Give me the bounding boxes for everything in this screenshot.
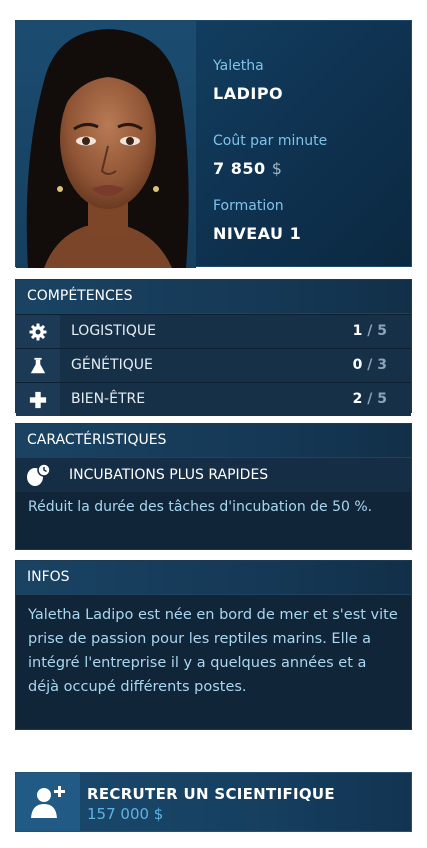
skills-panel: COMPÉTENCES LOGISTIQUE 1 / 5 GÉNÉTIQUE 0…	[15, 279, 412, 416]
flask-icon	[16, 349, 60, 382]
cross-icon	[16, 383, 60, 416]
egg-clock-icon	[16, 458, 60, 492]
skill-row-logistique: LOGISTIQUE 1 / 5	[16, 314, 411, 348]
skill-score: 0 / 3	[353, 349, 387, 382]
infos-title: INFOS	[16, 561, 411, 595]
scientist-profile-card: Yaletha LADIPO Coût par minute 7 850 $ F…	[15, 20, 412, 268]
skill-value: 1	[352, 323, 363, 339]
recruit-label: RECRUTER UN SCIENTIFIQUE	[87, 785, 335, 803]
skill-score: 2 / 5	[353, 383, 387, 416]
add-person-icon	[16, 773, 80, 831]
traits-panel: CARACTÉRISTIQUES INCUBATIONS PLUS RAPIDE…	[15, 423, 412, 550]
skill-max: / 3	[367, 357, 387, 373]
skill-value: 2	[352, 391, 363, 407]
cost-value: 7 850 $	[213, 159, 282, 178]
trait-name: INCUBATIONS PLUS RAPIDES	[69, 467, 269, 483]
trait-row: INCUBATIONS PLUS RAPIDES	[16, 458, 411, 492]
scientist-portrait	[16, 21, 196, 268]
gear-icon	[16, 315, 60, 348]
training-label: Formation	[213, 198, 284, 214]
training-value: NIVEAU 1	[213, 224, 302, 243]
skill-row-bien-etre: BIEN-ÊTRE 2 / 5	[16, 382, 411, 416]
skill-name: BIEN-ÊTRE	[71, 391, 146, 407]
skill-name: GÉNÉTIQUE	[71, 357, 153, 373]
trait-description: Réduit la durée des tâches d'incubation …	[28, 499, 373, 515]
recruit-scientist-button[interactable]: RECRUTER UN SCIENTIFIQUE 157 000 $	[15, 772, 412, 832]
infos-panel: INFOS Yaletha Ladipo est née en bord de …	[15, 560, 412, 730]
recruit-price: 157 000 $	[87, 805, 164, 823]
cost-amount: 7 850	[213, 159, 266, 178]
skills-title: COMPÉTENCES	[16, 280, 411, 314]
infos-text: Yaletha Ladipo est née en bord de mer et…	[28, 607, 398, 695]
first-name: Yaletha	[213, 58, 264, 74]
cost-currency: $	[271, 159, 283, 178]
skill-max: / 5	[367, 323, 387, 339]
skill-name: LOGISTIQUE	[71, 323, 156, 339]
skill-value: 0	[352, 357, 363, 373]
skill-max: / 5	[367, 391, 387, 407]
skill-row-genetique: GÉNÉTIQUE 0 / 3	[16, 348, 411, 382]
traits-title: CARACTÉRISTIQUES	[16, 424, 411, 458]
skill-score: 1 / 5	[353, 315, 387, 348]
cost-label: Coût par minute	[213, 133, 328, 149]
last-name: LADIPO	[213, 84, 284, 103]
